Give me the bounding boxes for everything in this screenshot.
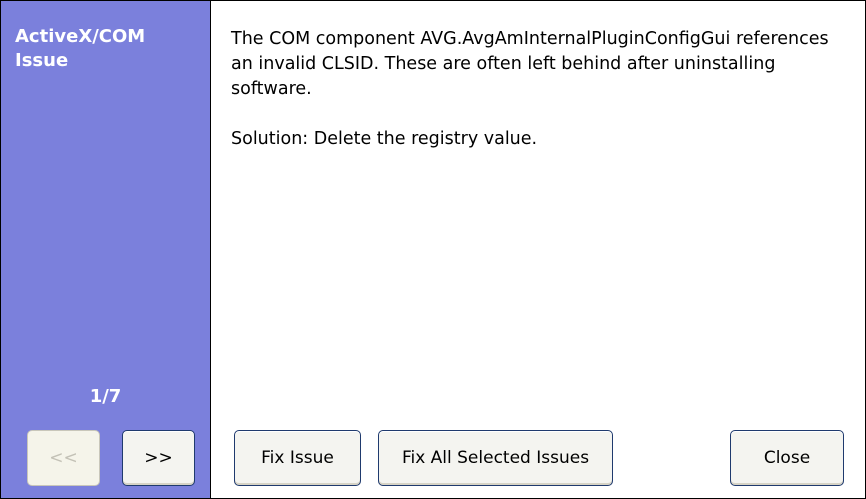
issue-details: The COM component AVG.AvgAmInternalPlugi… [231, 27, 841, 152]
issue-solution: Solution: Delete the registry value. [231, 129, 538, 149]
fix-all-selected-issues-button[interactable]: Fix All Selected Issues [378, 430, 613, 486]
previous-button[interactable]: << [27, 430, 100, 486]
close-button[interactable]: Close [730, 430, 844, 486]
sidebar: ActiveX/COM Issue 1/7 << >> [1, 1, 211, 498]
next-button[interactable]: >> [122, 430, 195, 486]
issue-dialog: ActiveX/COM Issue 1/7 << >> The COM comp… [0, 0, 866, 499]
fix-issue-button[interactable]: Fix Issue [234, 430, 361, 486]
issue-type-title: ActiveX/COM Issue [15, 26, 146, 71]
issue-description: The COM component AVG.AvgAmInternalPlugi… [231, 29, 829, 99]
page-counter: 1/7 [89, 386, 122, 407]
